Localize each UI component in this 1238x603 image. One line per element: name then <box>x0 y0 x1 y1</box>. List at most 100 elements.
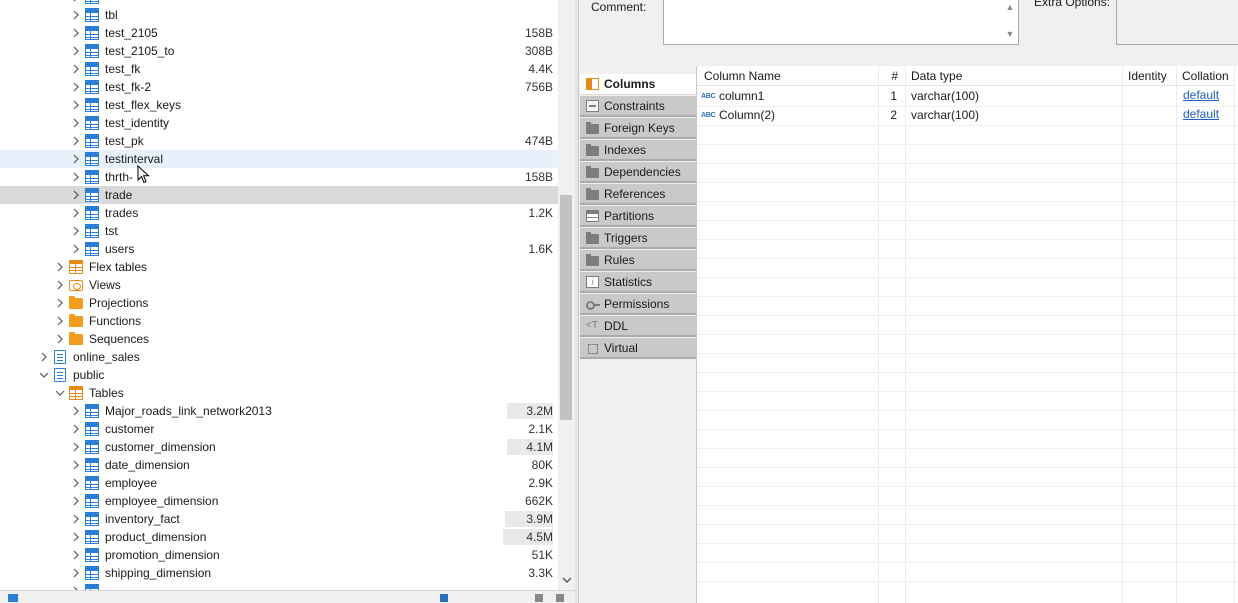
tree-row-partial[interactable] <box>0 582 558 590</box>
expand-arrow-icon[interactable] <box>70 168 82 186</box>
tab-dependencies[interactable]: Dependencies <box>580 162 696 183</box>
tree-row-table-selected[interactable]: trade <box>0 186 558 204</box>
tree-row-table[interactable]: test_identity <box>0 114 558 132</box>
toolbar-icon[interactable] <box>8 594 18 602</box>
settings-icon[interactable] <box>440 594 448 602</box>
expand-arrow-icon[interactable] <box>70 402 82 420</box>
expand-arrow-icon[interactable] <box>70 420 82 438</box>
tree-row-table[interactable]: test_fk-2 756B <box>0 78 558 96</box>
tab-virtual[interactable]: Virtual <box>580 338 696 359</box>
column-number-cell[interactable]: 2 <box>879 106 897 125</box>
expand-arrow-icon[interactable] <box>54 330 66 348</box>
column-header-number[interactable]: # <box>879 66 905 86</box>
expand-arrow-icon[interactable] <box>70 114 82 132</box>
tab-ddl[interactable]: <T DDL <box>580 316 696 337</box>
tab-constraints[interactable]: Constraints <box>580 96 696 117</box>
tab-foreign-keys[interactable]: Foreign Keys <box>580 118 696 139</box>
expand-arrow-icon[interactable] <box>70 438 82 456</box>
tree-row-table[interactable]: customer 2.1K <box>0 420 558 438</box>
tree-row-table[interactable]: employee_dimension 662K <box>0 492 558 510</box>
expand-arrow-icon[interactable] <box>70 222 82 240</box>
tree-row-table[interactable]: inventory_fact 3.9M <box>0 510 558 528</box>
data-type-cell[interactable]: varchar(100) <box>911 106 979 125</box>
tree-row-table[interactable]: test_fk 4.4K <box>0 60 558 78</box>
collation-link[interactable]: default <box>1183 86 1219 105</box>
expand-arrow-icon[interactable] <box>70 96 82 114</box>
tree-folder-flex-tables[interactable]: Flex tables <box>0 258 558 276</box>
tree-row-table[interactable]: users 1.6K <box>0 240 558 258</box>
collapse-arrow-icon[interactable] <box>38 366 50 384</box>
expand-arrow-icon[interactable] <box>70 510 82 528</box>
expand-arrow-icon[interactable] <box>70 24 82 42</box>
collapse-arrow-icon[interactable] <box>54 384 66 402</box>
tab-rules[interactable]: Rules <box>580 250 696 271</box>
expand-arrow-icon[interactable] <box>70 528 82 546</box>
expand-arrow-icon[interactable] <box>70 186 82 204</box>
expand-arrow-icon[interactable] <box>70 582 82 590</box>
data-type-cell[interactable]: varchar(100) <box>911 87 979 106</box>
scroll-down-arrow-icon[interactable]: ▼ <box>1003 29 1017 41</box>
tree-row-table[interactable]: employee 2.9K <box>0 474 558 492</box>
tree-row-table[interactable]: shipping_dimension 3.3K <box>0 564 558 582</box>
expand-arrow-icon[interactable] <box>54 312 66 330</box>
tree-folder-views[interactable]: Views <box>0 276 558 294</box>
collation-link[interactable]: default <box>1183 105 1219 124</box>
tree-row-table[interactable]: Major_roads_link_network2013 3.2M <box>0 402 558 420</box>
tree-row-table[interactable]: thrth- 158B <box>0 168 558 186</box>
tab-triggers[interactable]: Triggers <box>580 228 696 249</box>
column-header-name[interactable]: Column Name <box>697 66 878 86</box>
tab-statistics[interactable]: i Statistics <box>580 272 696 293</box>
tab-permissions[interactable]: Permissions <box>580 294 696 315</box>
tree-row-table[interactable]: promotion_dimension 51K <box>0 546 558 564</box>
expand-arrow-icon[interactable] <box>70 60 82 78</box>
expand-arrow-icon[interactable] <box>70 564 82 582</box>
maximize-icon[interactable] <box>556 594 564 602</box>
column-name-cell[interactable]: Column(2) <box>719 106 775 125</box>
expand-arrow-icon[interactable] <box>38 348 50 366</box>
expand-arrow-icon[interactable] <box>54 258 66 276</box>
tree-schema-online-sales[interactable]: online_sales <box>0 348 558 366</box>
columns-grid[interactable]: Column Name # Data type Identity Collati… <box>697 66 1238 603</box>
expand-arrow-icon[interactable] <box>70 42 82 60</box>
tab-references[interactable]: References <box>580 184 696 205</box>
expand-arrow-icon[interactable] <box>70 204 82 222</box>
expand-arrow-icon[interactable] <box>70 546 82 564</box>
tree-folder-functions[interactable]: Functions <box>0 312 558 330</box>
expand-arrow-icon[interactable] <box>54 276 66 294</box>
tab-indexes[interactable]: Indexes <box>580 140 696 161</box>
expand-arrow-icon[interactable] <box>70 456 82 474</box>
tree-folder-tables[interactable]: Tables <box>0 384 558 402</box>
minimize-icon[interactable] <box>535 594 543 602</box>
tree-row-table[interactable]: tst <box>0 222 558 240</box>
tree-row-table[interactable]: test_2105_to 308B <box>0 42 558 60</box>
expand-arrow-icon[interactable] <box>70 6 82 24</box>
tree-folder-sequences[interactable]: Sequences <box>0 330 558 348</box>
tree-schema-public[interactable]: public <box>0 366 558 384</box>
tree-row-table[interactable]: test_pk 474B <box>0 132 558 150</box>
database-navigator-tree[interactable]: tbl test_2105 158B test_2105_to 308B tes… <box>0 0 558 590</box>
expand-arrow-icon[interactable] <box>70 474 82 492</box>
comment-textarea[interactable] <box>663 0 1019 45</box>
tree-row-table[interactable]: product_dimension 4.5M <box>0 528 558 546</box>
column-name-cell[interactable]: column1 <box>719 87 764 106</box>
tree-row-table[interactable]: tbl <box>0 6 558 24</box>
expand-arrow-icon[interactable] <box>70 240 82 258</box>
column-header-data-type[interactable]: Data type <box>906 66 1122 86</box>
scroll-up-arrow-icon[interactable]: ▲ <box>1003 2 1017 14</box>
column-header-collation[interactable]: Collation <box>1177 66 1234 86</box>
column-header-identity[interactable]: Identity <box>1123 66 1176 86</box>
expand-arrow-icon[interactable] <box>54 294 66 312</box>
navigator-scrollbar-thumb[interactable] <box>560 195 572 420</box>
extra-options-field[interactable] <box>1116 0 1238 45</box>
tree-row-table[interactable]: trades 1.2K <box>0 204 558 222</box>
tree-row-table[interactable]: date_dimension 80K <box>0 456 558 474</box>
expand-arrow-icon[interactable] <box>70 492 82 510</box>
tree-row-table[interactable]: customer_dimension 4.1M <box>0 438 558 456</box>
tree-row-table[interactable]: test_flex_keys <box>0 96 558 114</box>
tree-folder-projections[interactable]: Projections <box>0 294 558 312</box>
tab-columns[interactable]: Columns <box>580 74 696 95</box>
tab-partitions[interactable]: Partitions <box>580 206 696 227</box>
scroll-down-arrow-icon[interactable] <box>558 572 575 588</box>
expand-arrow-icon[interactable] <box>70 150 82 168</box>
expand-arrow-icon[interactable] <box>70 78 82 96</box>
